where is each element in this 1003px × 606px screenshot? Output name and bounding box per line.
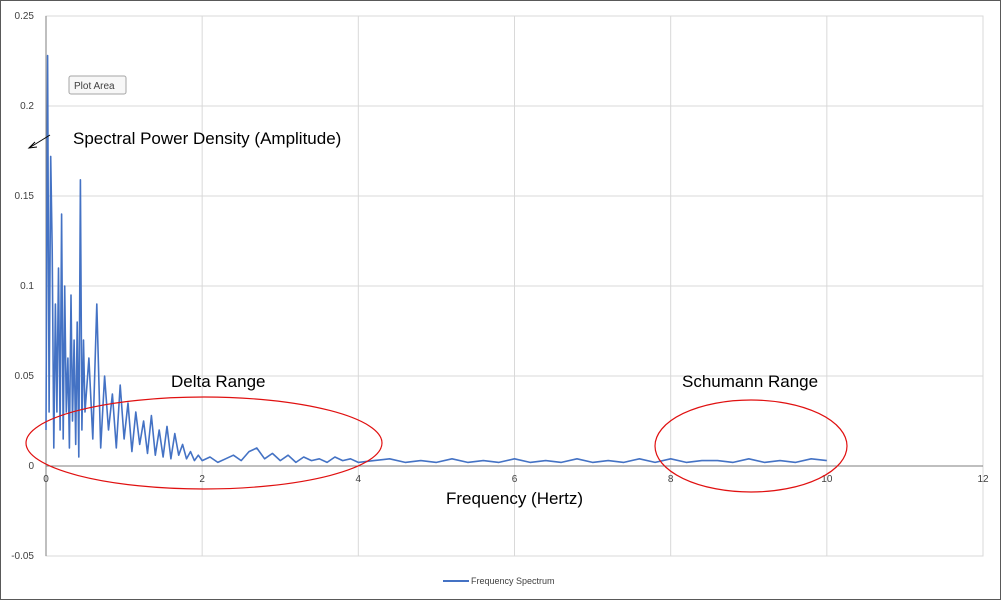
y-tick-label: 0.05 <box>15 371 35 382</box>
y-tick-label: 0.1 <box>20 281 34 292</box>
svg-text:Plot Area: Plot Area <box>74 81 115 92</box>
legend-label: Frequency Spectrum <box>471 576 555 586</box>
plot-area-tooltip: Plot Area <box>68 75 127 95</box>
x-axis-title: Frequency (Hertz) <box>446 489 583 508</box>
x-tick-label: 0 <box>43 474 49 485</box>
spd-annotation: Spectral Power Density (Amplitude) <box>73 129 341 148</box>
y-tick-label: 0.15 <box>15 191 35 202</box>
series-layer <box>45 54 827 464</box>
schumann-range-ellipse <box>654 399 848 493</box>
x-tick-label: 10 <box>821 474 833 485</box>
schumann-range-label: Schumann Range <box>682 372 818 391</box>
y-tick-label: 0.25 <box>15 11 35 22</box>
series-line <box>45 54 827 464</box>
delta-range-label: Delta Range <box>171 372 266 391</box>
y-tick-label: 0 <box>28 461 34 472</box>
legend: Frequency Spectrum <box>443 576 555 586</box>
x-tick-label: 2 <box>199 474 205 485</box>
x-tick-label: 6 <box>512 474 518 485</box>
y-tick-label: -0.05 <box>11 551 34 562</box>
chart-frame: -0.05 0 0.05 0.1 0.15 0.2 0.25 0 2 4 6 8 10 12 Spectr… <box>0 0 1001 600</box>
x-tick-label: 4 <box>356 474 362 485</box>
x-tick-label: 8 <box>668 474 674 485</box>
chart-svg: -0.05 0 0.05 0.1 0.15 0.2 0.25 0 2 4 6 8 10 12 Spectr… <box>11 11 989 586</box>
y-tick-label: 0.2 <box>20 101 34 112</box>
x-tick-label: 12 <box>977 474 989 485</box>
